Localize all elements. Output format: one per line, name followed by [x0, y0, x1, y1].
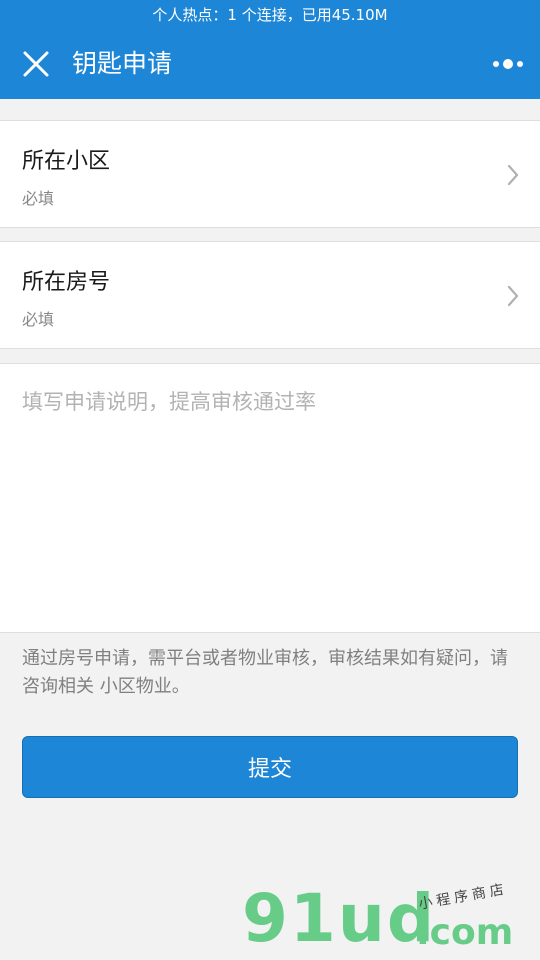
page-title: 钥匙申请: [72, 49, 173, 78]
close-icon: [23, 51, 49, 77]
chevron-right-icon: [507, 164, 519, 186]
status-bar: 个人热点：1 个连接，已用45.10M: [0, 0, 540, 28]
chevron-right-icon: [507, 285, 519, 307]
room-number-required-hint: 必填: [22, 310, 55, 329]
community-selector[interactable]: 所在小区 必填: [0, 120, 540, 228]
community-required-hint: 必填: [22, 189, 55, 208]
room-number-label: 所在房号: [22, 270, 111, 295]
more-options-button[interactable]: [486, 44, 530, 84]
watermark-brand: 91ud: [242, 880, 437, 957]
review-notice: 通过房号申请，需平台或者物业审核，审核结果如有疑问，请咨询相关 小区物业。: [22, 648, 508, 697]
more-dots-icon: [493, 59, 523, 69]
community-label: 所在小区: [22, 149, 111, 174]
submit-button[interactable]: 提交: [22, 736, 518, 798]
watermark-logo: 91ud .com 小程序商店: [238, 880, 538, 960]
close-button[interactable]: [16, 44, 56, 84]
description-card: [0, 363, 540, 633]
room-number-selector[interactable]: 所在房号 必填: [0, 241, 540, 349]
status-bar-text: 个人热点：1 个连接，已用45.10M: [152, 5, 388, 24]
application-description-input[interactable]: [22, 386, 518, 616]
top-navbar: 钥匙申请: [0, 28, 540, 99]
watermark-domain: .com: [416, 912, 514, 953]
